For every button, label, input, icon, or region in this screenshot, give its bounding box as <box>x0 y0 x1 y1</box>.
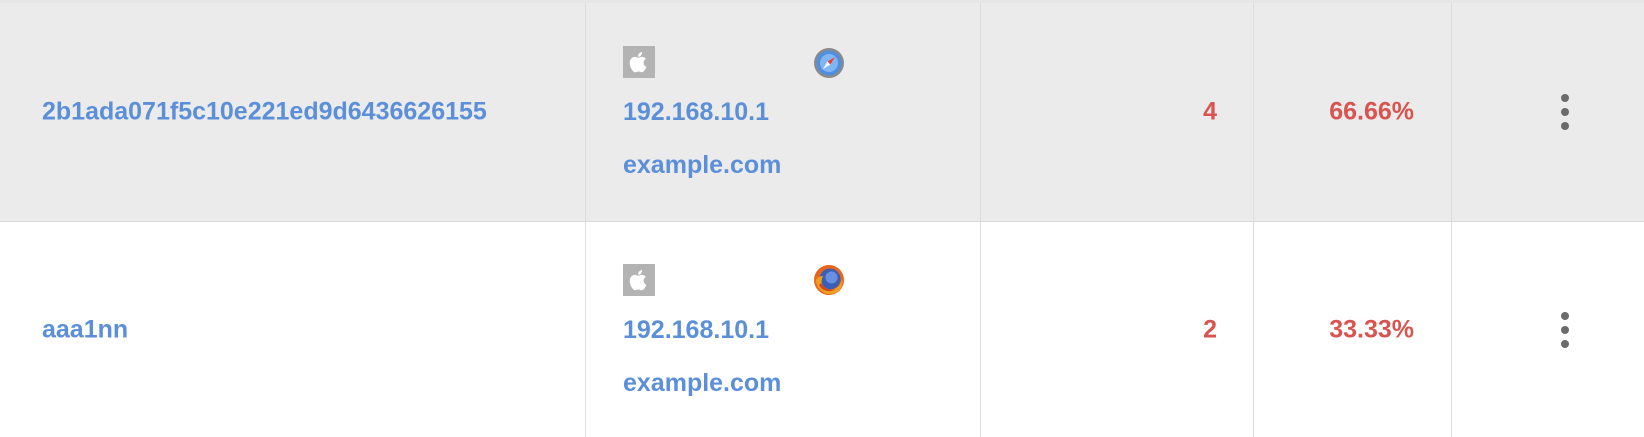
firefox-icon <box>813 264 845 296</box>
safari-icon <box>813 47 845 79</box>
session-id-cell: 2b1ada071f5c10e221ed9d6436626155 <box>0 3 586 221</box>
session-id-link[interactable]: 2b1ada071f5c10e221ed9d6436626155 <box>42 98 487 127</box>
percent-value: 33.33% <box>1329 315 1414 343</box>
ip-address-link[interactable]: 192.168.10.1 <box>623 316 769 345</box>
sessions-table: 2b1ada071f5c10e221ed9d6436626155 192.168… <box>0 0 1644 437</box>
session-id-link[interactable]: aaa1nn <box>42 315 128 344</box>
actions-cell <box>1452 3 1644 221</box>
count-value: 2 <box>1203 315 1217 343</box>
more-vert-icon[interactable] <box>1558 311 1572 348</box>
more-vert-icon[interactable] <box>1558 94 1572 130</box>
client-cell: 192.168.10.1 example.com <box>586 3 981 221</box>
apple-icon <box>623 46 655 78</box>
hostname-link[interactable]: example.com <box>623 369 781 398</box>
apple-icon <box>623 264 655 296</box>
table-row: aaa1nn 192.168.10.1 example.com 2 33.33% <box>0 222 1644 437</box>
ip-address-link[interactable]: 192.168.10.1 <box>623 98 769 127</box>
percent-cell: 33.33% <box>1254 222 1452 437</box>
count-value: 4 <box>1203 97 1217 126</box>
client-cell: 192.168.10.1 example.com <box>586 222 981 437</box>
percent-value: 66.66% <box>1329 97 1414 126</box>
count-cell: 4 <box>981 3 1254 221</box>
table-row: 2b1ada071f5c10e221ed9d6436626155 192.168… <box>0 3 1644 222</box>
session-id-cell: aaa1nn <box>0 222 586 437</box>
percent-cell: 66.66% <box>1254 3 1452 221</box>
actions-cell <box>1452 222 1644 437</box>
hostname-link[interactable]: example.com <box>623 151 781 180</box>
count-cell: 2 <box>981 222 1254 437</box>
